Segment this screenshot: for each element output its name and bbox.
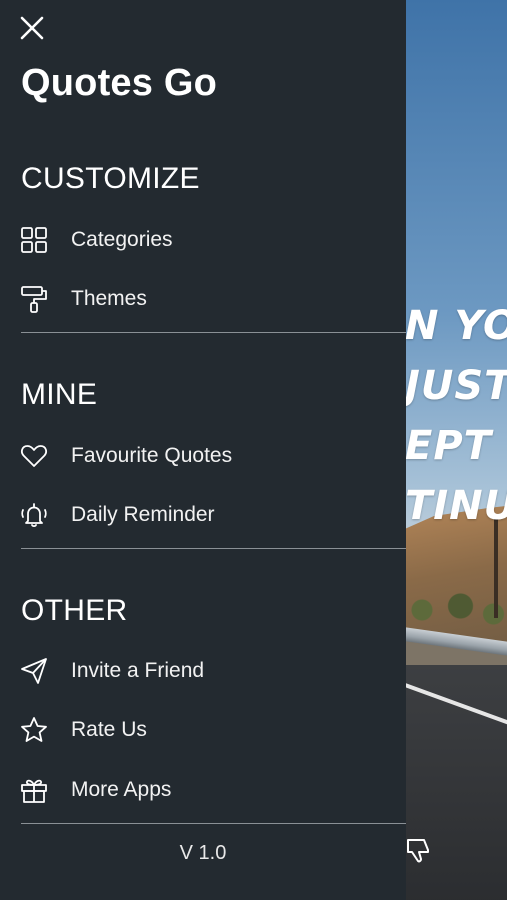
divider: [21, 332, 406, 333]
divider: [21, 548, 406, 549]
menu-label: More Apps: [71, 778, 172, 801]
menu-label: Daily Reminder: [71, 503, 215, 526]
star-icon: [19, 715, 49, 745]
menu-label: Invite a Friend: [71, 659, 205, 682]
app-title: Quotes Go: [21, 62, 218, 104]
quote-line: EPT: [405, 423, 492, 469]
dislike-icon[interactable]: [404, 836, 432, 864]
menu-item-themes[interactable]: Themes: [0, 273, 406, 325]
menu-label: Favourite Quotes: [71, 444, 233, 467]
bell-ringing-icon: [19, 500, 49, 530]
menu-item-daily-reminder[interactable]: Daily Reminder: [0, 489, 406, 541]
menu-item-invite-a-friend[interactable]: Invite a Friend: [0, 645, 406, 697]
menu-item-more-apps[interactable]: More Apps: [0, 764, 406, 816]
quote-line: JUST: [405, 363, 507, 409]
menu-item-categories[interactable]: Categories: [0, 214, 406, 266]
paint-roller-icon: [19, 284, 49, 314]
menu-item-rate-us[interactable]: Rate Us: [0, 704, 406, 756]
menu-label: Themes: [71, 287, 147, 310]
paper-plane-icon: [19, 656, 49, 686]
close-icon[interactable]: [18, 14, 46, 42]
divider: [21, 823, 406, 824]
grid-icon: [19, 225, 49, 255]
menu-label: Categories: [71, 228, 173, 251]
app-version: V 1.0: [179, 842, 227, 864]
menu-label: Rate Us: [71, 718, 147, 741]
navigation-drawer: Quotes Go CUSTOMIZE Categories Themes MI…: [0, 0, 406, 900]
quote-line: TINUE: [405, 483, 507, 529]
heart-icon: [19, 441, 49, 471]
quote-text: N YOU JUST EPT TINUE: [405, 296, 507, 536]
road: [405, 665, 507, 900]
quote-line: N YOU: [405, 303, 507, 349]
menu-item-favourite-quotes[interactable]: Favourite Quotes: [0, 430, 406, 482]
section-title-customize: CUSTOMIZE: [21, 162, 200, 195]
shrubs: [400, 590, 507, 630]
section-title-mine: MINE: [21, 378, 98, 411]
section-title-other: OTHER: [21, 594, 128, 627]
gift-icon: [19, 775, 49, 805]
